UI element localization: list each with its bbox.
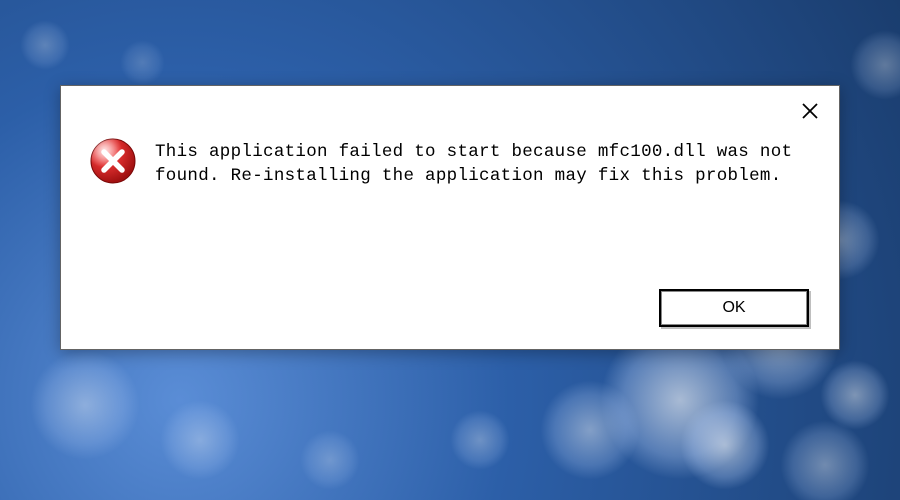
ok-button[interactable]: OK	[659, 289, 809, 327]
error-dialog: This application failed to start because…	[60, 85, 840, 350]
error-message-text: This application failed to start because…	[155, 141, 809, 188]
dialog-footer: OK	[659, 289, 809, 327]
dialog-body: This application failed to start because…	[61, 86, 839, 208]
close-icon	[800, 101, 820, 121]
close-button[interactable]	[795, 96, 825, 126]
error-icon	[89, 137, 137, 185]
